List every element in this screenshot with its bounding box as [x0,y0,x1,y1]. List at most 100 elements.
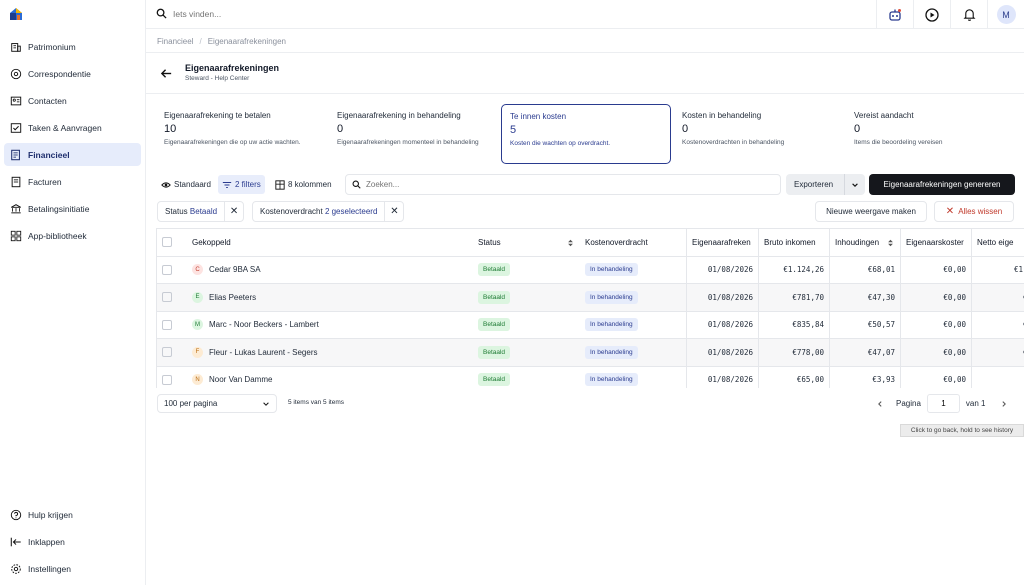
back-arrow-icon[interactable] [160,67,173,80]
column-header-bruto-inkomen[interactable]: Bruto inkomen [758,229,829,256]
cell-kostenoverdracht: In behandeling [580,284,686,311]
cell-net: €1.0 [971,256,1024,283]
column-header-inhoudingen[interactable]: Inhoudingen [829,229,900,256]
row-checkbox[interactable] [157,312,187,339]
row-checkbox[interactable] [157,257,187,284]
sidebar-item-betalingsinitiatie[interactable]: Betalingsinitiatie [4,197,141,220]
generate-settlements-button[interactable]: Eigenaarafrekeningen genereren [869,174,1015,195]
transfer-badge: In behandeling [585,373,638,387]
select-all-checkbox[interactable] [157,229,187,256]
table-row[interactable]: M Marc - Noor Beckers - Lambert Betaald In … [157,311,1024,339]
clear-all-button[interactable]: ✕ Alles wissen [934,201,1014,222]
sidebar-item-instellingen[interactable]: Instellingen [4,557,141,580]
view-selector-button[interactable]: Standaard [157,175,215,194]
sort-icon[interactable] [567,239,574,247]
cell-gekoppeld[interactable]: F Fleur - Lukas Laurent - Segers [187,339,473,366]
filter-chip-kostenoverdracht[interactable]: Kostenoverdracht 2 geselecteerd ✕ [252,201,405,222]
prev-page-button[interactable] [872,400,888,408]
bell-icon[interactable] [950,0,987,29]
table-row[interactable]: N Noor Van Damme Betaald In behandeling 01/0… [157,366,1024,389]
column-header-status[interactable]: Status [473,229,580,256]
play-circle-icon[interactable] [913,0,950,29]
filter-chip-status[interactable]: Status Betaald ✕ [157,201,245,222]
export-dropdown-button[interactable] [844,174,865,195]
export-button[interactable]: Exporteren [786,180,844,189]
checkbox-icon [10,122,22,133]
table-row[interactable]: F Fleur - Lukas Laurent - Segers Betaald In… [157,339,1024,367]
remove-filter-icon[interactable]: ✕ [224,202,243,221]
sidebar-item-label: App-bibliotheek [28,230,87,241]
sidebar-item-facturen[interactable]: Facturen [4,170,141,193]
cell-gross-income: €781,70 [758,284,829,311]
sidebar-item-inklappen[interactable]: Inklappen [4,530,141,553]
breadcrumb-item-financieel[interactable]: Financieel [157,37,193,46]
checkbox[interactable] [162,319,172,330]
filters-button[interactable]: 2 filters [218,175,265,194]
logo-icon[interactable] [9,7,23,21]
stat-card[interactable]: Eigenaarafrekening te betalen 10 Eigenaara… [156,104,326,164]
cell-status: Betaald [473,367,580,389]
row-checkbox[interactable] [157,284,187,311]
stat-card[interactable]: Te innen kosten 5 Kosten die wachten op ov… [501,104,671,164]
column-header-gekoppeld[interactable]: Gekoppeld [187,229,473,256]
column-header-kostenoverdracht[interactable]: Kostenoverdracht [580,229,686,256]
table-row[interactable]: E Elias Peeters Betaald In behandeling 01/08… [157,284,1024,312]
sort-icon[interactable] [887,239,894,247]
sidebar-item-app-bibliotheek[interactable]: App-bibliotheek [4,224,141,247]
sidebar-item-contacten[interactable]: Contacten [4,89,141,112]
stat-card[interactable]: Eigenaarafrekening in behandeling 0 Eigena… [329,104,499,164]
new-view-button[interactable]: Nieuwe weergave maken [815,201,927,222]
filter-icon [222,181,232,188]
filter-chip-key: Status [165,207,188,216]
filter-chip-key: Kostenoverdracht [260,207,323,216]
sidebar-item-label: Instellingen [28,563,72,574]
sidebar-item-label: Betalingsinitiatie [28,203,90,214]
remove-filter-icon[interactable]: ✕ [384,202,403,221]
row-checkbox[interactable] [157,339,187,366]
sidebar-item-correspondentie[interactable]: Correspondentie [4,62,141,85]
global-search-input[interactable] [173,8,473,19]
cell-deductions: €68,01 [829,256,900,283]
sidebar-item-taken-aanvragen[interactable]: Taken & Aanvragen [4,116,141,139]
stat-card[interactable]: Kosten in behandeling 0 Kostenoverdrachten… [674,104,844,164]
column-header-label: Netto eige [977,237,1014,247]
per-page-select[interactable]: 100 per pagina [157,394,277,413]
cell-gross-income: €1.124,26 [758,256,829,283]
columns-button[interactable]: 8 kolommen [271,175,336,194]
checkbox[interactable] [162,237,172,248]
column-header-eigenaarskosten[interactable]: Eigenaarskoster [900,229,971,256]
sidebar-bottom-nav: Hulp krijgen Inklappen Instellingen [4,503,141,584]
checkbox[interactable] [162,292,172,303]
assistant-bot-icon[interactable] [876,0,913,29]
column-header-eigenaarafrekening[interactable]: Eigenaarafreken [686,229,758,256]
checkbox[interactable] [162,264,172,275]
column-header-label: Gekoppeld [192,237,231,247]
sidebar-item-hulp-krijgen[interactable]: Hulp krijgen [4,503,141,526]
linked-name: Marc - Noor Beckers - Lambert [209,320,319,330]
status-badge: Betaald [478,290,511,304]
table-row[interactable]: C Cedar 9BA SA Betaald In behandeling 01/08/… [157,256,1024,284]
cell-gekoppeld[interactable]: C Cedar 9BA SA [187,257,473,284]
clear-all-label: Alles wissen [958,207,1003,216]
cell-gekoppeld[interactable]: E Elias Peeters [187,284,473,311]
checkbox[interactable] [162,347,172,358]
cell-date: 01/08/2026 [686,256,758,283]
page-subtitle: Steward - Help Center [185,75,250,82]
stat-title: Vereist aandacht [854,111,914,120]
user-avatar-button[interactable]: M [987,0,1024,29]
sidebar-item-financieel[interactable]: Financieel [4,143,141,166]
page-title: Eigenaarafrekeningen [185,63,280,73]
page-number-input[interactable] [926,394,960,413]
table-search-input[interactable] [366,180,746,189]
row-checkbox[interactable] [157,367,187,389]
checkbox[interactable] [162,374,172,385]
next-page-button[interactable] [996,400,1012,408]
status-badge: Betaald [478,263,511,277]
stat-card[interactable]: Vereist aandacht 0 Items die beoordeling v… [846,104,1016,164]
column-header-netto[interactable]: Netto eige [971,229,1024,256]
filter-chip-value: Betaald [189,207,218,216]
cell-gekoppeld[interactable]: N Noor Van Damme [187,367,473,389]
eye-icon [161,181,171,188]
cell-gekoppeld[interactable]: M Marc - Noor Beckers - Lambert [187,312,473,339]
sidebar-item-patrimonium[interactable]: Patrimonium [4,35,141,58]
